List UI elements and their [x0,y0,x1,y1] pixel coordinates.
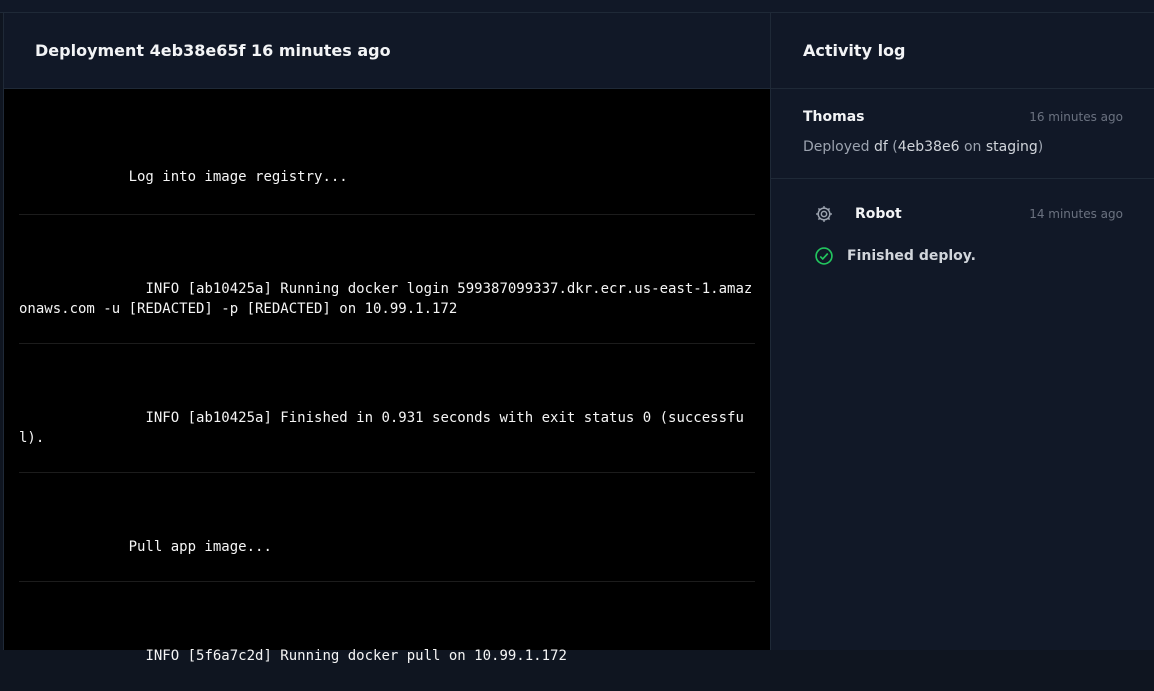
app-link[interactable]: df [874,139,888,155]
deployment-log[interactable]: Log into image registry... INFO [ab10425… [4,89,771,691]
top-strip [0,0,1154,13]
entry-time: 16 minutes ago [1029,110,1123,124]
log-line: INFO [ab10425a] Finished in 0.931 second… [19,344,755,473]
activity-title: Activity log [771,13,1154,89]
log-line: Log into image registry... [19,89,755,215]
activity-panel: Activity log Thomas 16 minutes ago Deplo… [770,13,1154,650]
sha-link[interactable]: 4eb38e6 [898,139,960,155]
actor-name: Thomas [803,109,865,125]
check-circle-icon [813,245,835,267]
deployment-header: Deployment 4eb38e65f 16 minutes ago [4,13,771,89]
activity-entry: Robot 14 minutes ago Finished deploy. [771,179,1154,267]
activity-entry: Thomas 16 minutes ago Deployed df (4eb38… [771,89,1154,179]
gear-icon [813,203,835,225]
status-text: Finished deploy. [847,248,976,264]
log-line: INFO [5f6a7c2d] Running docker pull on 1… [19,648,567,664]
deployment-panel: Deployment 4eb38e65f 16 minutes ago Log … [3,13,771,664]
deployment-time: 16 minutes ago [251,41,391,60]
log-line: INFO [ab10425a] Running docker login 599… [19,215,755,344]
environment-link[interactable]: staging [986,139,1038,155]
action-text: Deployed [803,139,870,155]
entry-description: Deployed df (4eb38e6 on staging) [803,139,1044,155]
preposition-text: on [963,139,982,155]
actor-name: Robot [855,206,902,222]
deployment-label: Deployment [35,41,145,60]
entry-time: 14 minutes ago [1029,207,1123,221]
deployment-id: 4eb38e65f [149,41,246,60]
log-line: Pull app image... [19,473,755,582]
